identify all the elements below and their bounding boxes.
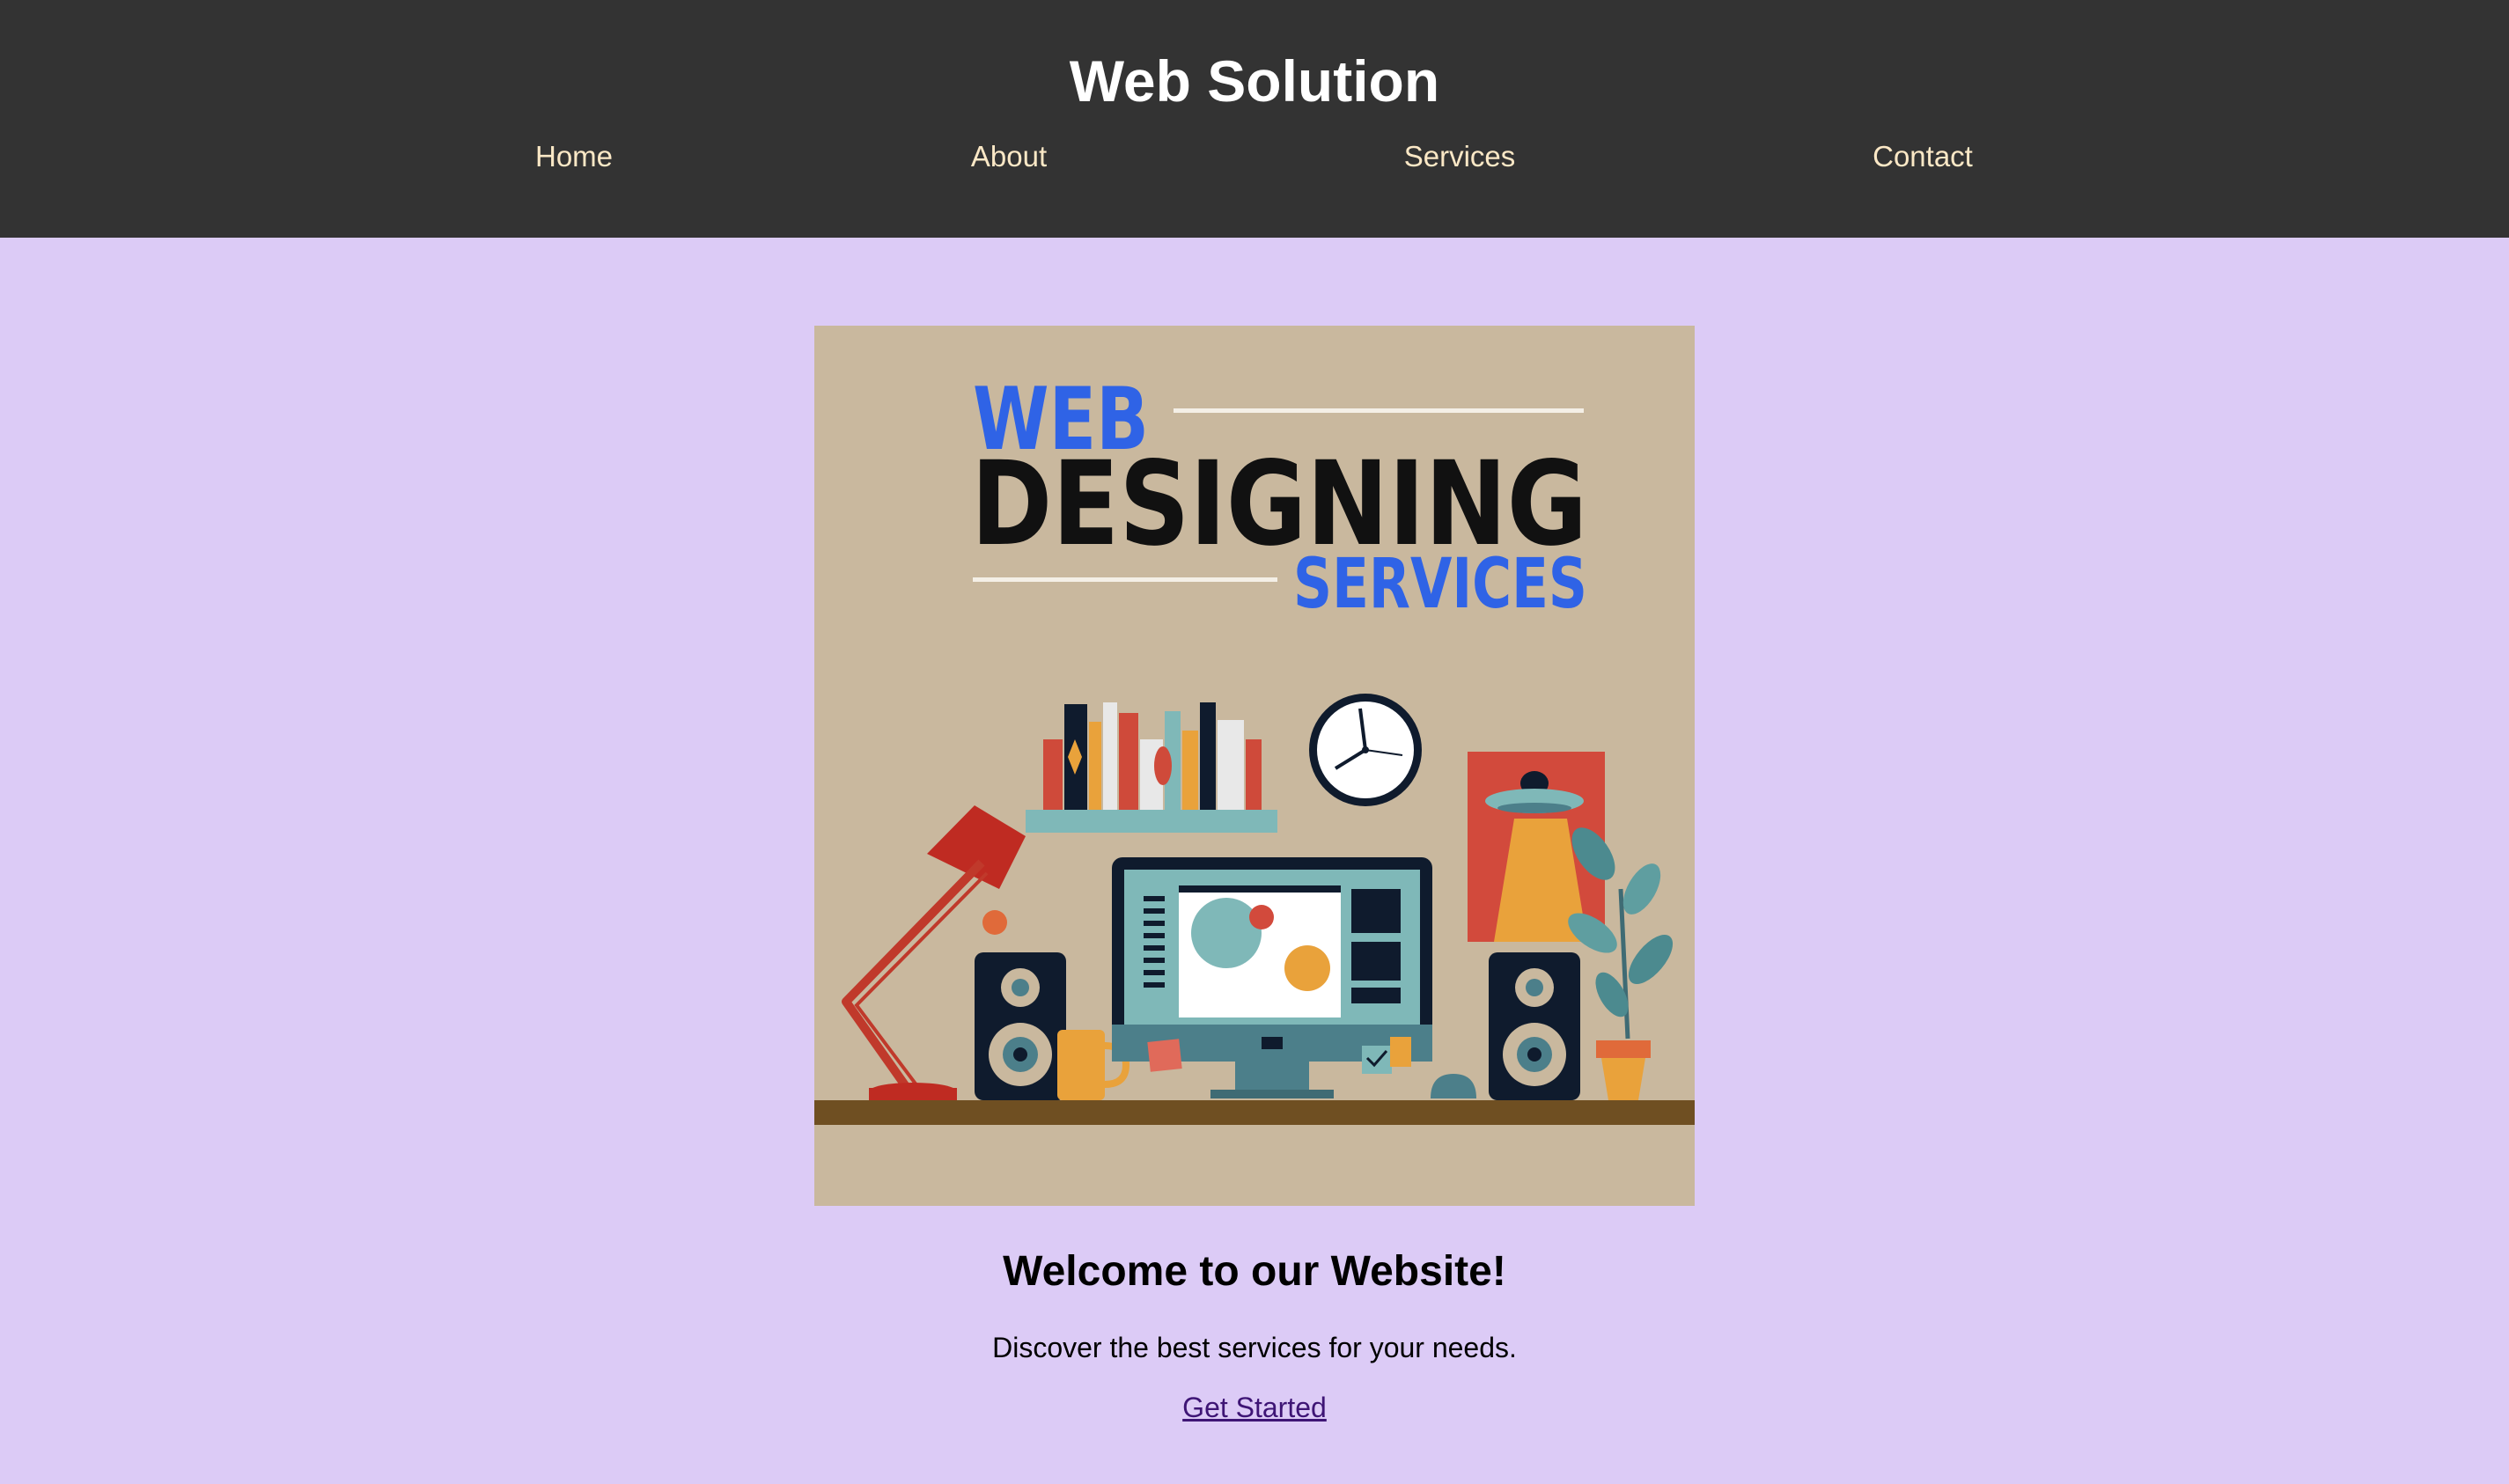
illustration-text-services: SERVICES (1293, 545, 1587, 624)
get-started-link[interactable]: Get Started (1078, 1387, 1431, 1428)
left-speaker-icon (975, 952, 1066, 1100)
nav-link-home[interactable]: Home (398, 137, 750, 176)
hero-heading: Welcome to our Website! (1003, 1248, 1506, 1295)
hero-description: Discover the best services for your need… (992, 1332, 1517, 1363)
nav-link-services[interactable]: Services (1284, 137, 1636, 176)
desk-surface (814, 1100, 1695, 1125)
nav-link-contact[interactable]: Contact (1747, 137, 2099, 176)
clock-icon (1309, 694, 1422, 806)
site-header: Web Solution Home About Services Contact (0, 0, 2509, 238)
right-speaker-icon (1489, 952, 1580, 1100)
illustration-rule-top (1174, 408, 1584, 413)
site-title: Web Solution (1069, 48, 1440, 114)
hero-illustration: WEB DESIGNING SERVICES (814, 326, 1695, 1206)
illustration-rule-bottom (973, 577, 1277, 582)
nav-link-about[interactable]: About (833, 137, 1185, 176)
